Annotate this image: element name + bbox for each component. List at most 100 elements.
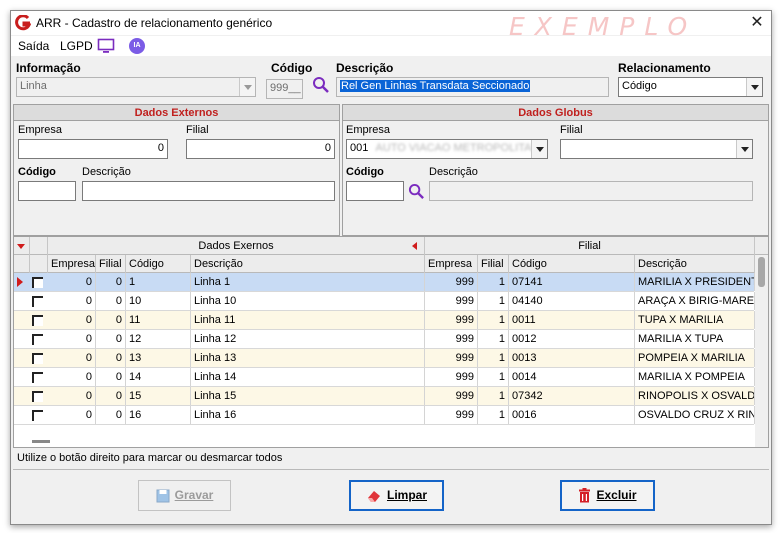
cell-glb-descricao: MARILIA X POMPEIA <box>635 368 755 386</box>
col-ext-empresa[interactable]: Empresa <box>48 255 96 273</box>
glb-descricao-field[interactable] <box>429 181 753 201</box>
chevron-down-icon <box>736 140 752 158</box>
gravar-button[interactable]: Gravar <box>138 480 231 511</box>
limpar-button[interactable]: Limpar <box>349 480 444 511</box>
cell-glb-empresa: 999 <box>425 330 478 348</box>
table-row[interactable]: 0 0 12 Linha 12 999 1 0012 MARILIA X TUPA <box>14 330 755 349</box>
scroll-thumb[interactable] <box>758 257 765 287</box>
cell-glb-codigo: 04140 <box>509 292 635 310</box>
row-checkbox[interactable] <box>32 372 43 383</box>
row-checkbox[interactable] <box>32 353 43 364</box>
cell-glb-descricao: RINOPOLIS X OSVALDO <box>635 387 755 405</box>
ext-filial-field[interactable]: 0 <box>186 139 335 159</box>
grid-check-header <box>30 237 48 255</box>
main-window: ARR - Cadastro de relacionamento genéric… <box>10 10 772 525</box>
descricao-field[interactable]: Rel Gen Linhas Transdata Seccionado <box>336 77 609 97</box>
menu-bar: Saída LGPD IA <box>11 36 771 56</box>
col-glb-empresa[interactable]: Empresa <box>425 255 478 273</box>
group-header-filial: Filial <box>425 237 755 255</box>
cell-glb-empresa: 999 <box>425 349 478 367</box>
dados-externos-title: Dados Externos <box>14 105 339 121</box>
glb-codigo-field[interactable] <box>346 181 404 201</box>
ext-descricao-field[interactable] <box>82 181 335 201</box>
grid-column-header: Empresa Filial Código Descrição Empresa … <box>14 255 768 273</box>
table-row[interactable]: 0 0 1 Linha 1 999 1 07141 MARILIA X PRESIDENTE <box>14 273 755 292</box>
table-row[interactable]: 0 0 13 Linha 13 999 1 0013 POMPEIA X MARILIA <box>14 349 755 368</box>
col-ext-codigo[interactable]: Código <box>126 255 191 273</box>
col-ext-filial[interactable]: Filial <box>96 255 126 273</box>
cell-glb-empresa: 999 <box>425 368 478 386</box>
cell-ext-filial: 0 <box>96 349 126 367</box>
ext-filial-label: Filial <box>186 124 209 136</box>
search-icon[interactable] <box>408 183 425 200</box>
table-row[interactable]: 0 0 14 Linha 14 999 1 0014 MARILIA X POMPEIA <box>14 368 755 387</box>
close-button[interactable]: ✕ <box>747 13 767 33</box>
glb-empresa-select[interactable]: 001 AUTO VIACAO METROPOLITAN <box>346 139 548 159</box>
cell-glb-descricao: MARILIA X TUPA <box>635 330 755 348</box>
cell-ext-descricao: Linha 10 <box>191 292 425 310</box>
cell-glb-descricao: ARAÇA X BIRIG-MAREC <box>635 292 755 310</box>
cell-ext-descricao: Linha 15 <box>191 387 425 405</box>
menu-saida[interactable]: Saída <box>18 39 49 53</box>
excluir-button[interactable]: Excluir <box>560 480 655 511</box>
descricao-label: Descrição <box>336 61 394 75</box>
cell-glb-filial: 1 <box>478 387 509 405</box>
menu-lgpd[interactable]: LGPD <box>60 39 93 53</box>
relacionamento-label: Relacionamento <box>618 61 711 75</box>
cell-ext-filial: 0 <box>96 330 126 348</box>
col-ext-descricao[interactable]: Descrição <box>191 255 425 273</box>
table-row[interactable]: 0 0 10 Linha 10 999 1 04140 ARAÇA X BIRIG-MAREC <box>14 292 755 311</box>
row-checkbox[interactable] <box>32 391 43 402</box>
ext-codigo-field[interactable] <box>18 181 76 201</box>
monitor-icon[interactable] <box>97 38 115 54</box>
chevron-down-icon <box>239 78 255 96</box>
cell-ext-empresa: 0 <box>48 387 96 405</box>
excluir-label: Excluir <box>596 488 637 502</box>
cell-glb-filial: 1 <box>478 273 509 291</box>
horizontal-scroll-thumb[interactable] <box>32 440 50 443</box>
row-checkbox[interactable] <box>32 410 43 421</box>
data-grid: Dados Exernos Filial Empresa Filial Códi… <box>13 236 769 448</box>
cell-glb-empresa: 999 <box>425 406 478 424</box>
cell-ext-empresa: 0 <box>48 311 96 329</box>
col-indicator <box>14 255 30 273</box>
cell-ext-codigo: 13 <box>126 349 191 367</box>
table-row[interactable]: 0 0 16 Linha 16 999 1 0016 OSVALDO CRUZ X RIN <box>14 406 755 425</box>
codigo-value: 999__ <box>270 82 301 94</box>
vertical-scrollbar[interactable] <box>755 255 768 447</box>
cell-glb-codigo: 0013 <box>509 349 635 367</box>
table-row[interactable]: 0 0 11 Linha 11 999 1 0011 TUPA X MARILIA <box>14 311 755 330</box>
row-checkbox[interactable] <box>32 277 43 288</box>
cell-ext-empresa: 0 <box>48 368 96 386</box>
row-checkbox[interactable] <box>32 334 43 345</box>
cell-ext-filial: 0 <box>96 406 126 424</box>
search-icon[interactable] <box>312 76 330 94</box>
cell-glb-filial: 1 <box>478 368 509 386</box>
codigo-field[interactable]: 999__ <box>266 79 303 99</box>
glb-empresa-name-blurred: AUTO VIACAO METROPOLITAN <box>375 142 540 154</box>
collapse-left-icon[interactable] <box>412 242 417 250</box>
glb-filial-select[interactable] <box>560 139 753 159</box>
table-row[interactable]: 0 0 15 Linha 15 999 1 07342 RINOPOLIS X OSVALDO <box>14 387 755 406</box>
row-checkbox[interactable] <box>32 296 43 307</box>
cell-glb-codigo: 0011 <box>509 311 635 329</box>
ia-icon[interactable]: IA <box>129 38 145 54</box>
informacao-select[interactable]: Linha <box>16 77 256 97</box>
ext-codigo-label: Código <box>18 166 56 178</box>
row-checkbox[interactable] <box>32 315 43 326</box>
cell-glb-descricao: TUPA X MARILIA <box>635 311 755 329</box>
cell-ext-codigo: 16 <box>126 406 191 424</box>
cell-ext-filial: 0 <box>96 273 126 291</box>
col-glb-codigo[interactable]: Código <box>509 255 635 273</box>
ext-empresa-field[interactable]: 0 <box>18 139 168 159</box>
cell-ext-codigo: 10 <box>126 292 191 310</box>
sort-down-icon[interactable] <box>17 244 25 249</box>
dados-globus-panel: Dados Globus Empresa 001 AUTO VIACAO MET… <box>342 104 769 236</box>
col-glb-filial[interactable]: Filial <box>478 255 509 273</box>
relacionamento-select[interactable]: Código <box>618 77 763 97</box>
cell-glb-filial: 1 <box>478 406 509 424</box>
cell-glb-empresa: 999 <box>425 387 478 405</box>
col-glb-descricao[interactable]: Descrição <box>635 255 755 273</box>
button-bar: Gravar Limpar Excluir <box>13 469 769 524</box>
col-check <box>30 255 48 273</box>
